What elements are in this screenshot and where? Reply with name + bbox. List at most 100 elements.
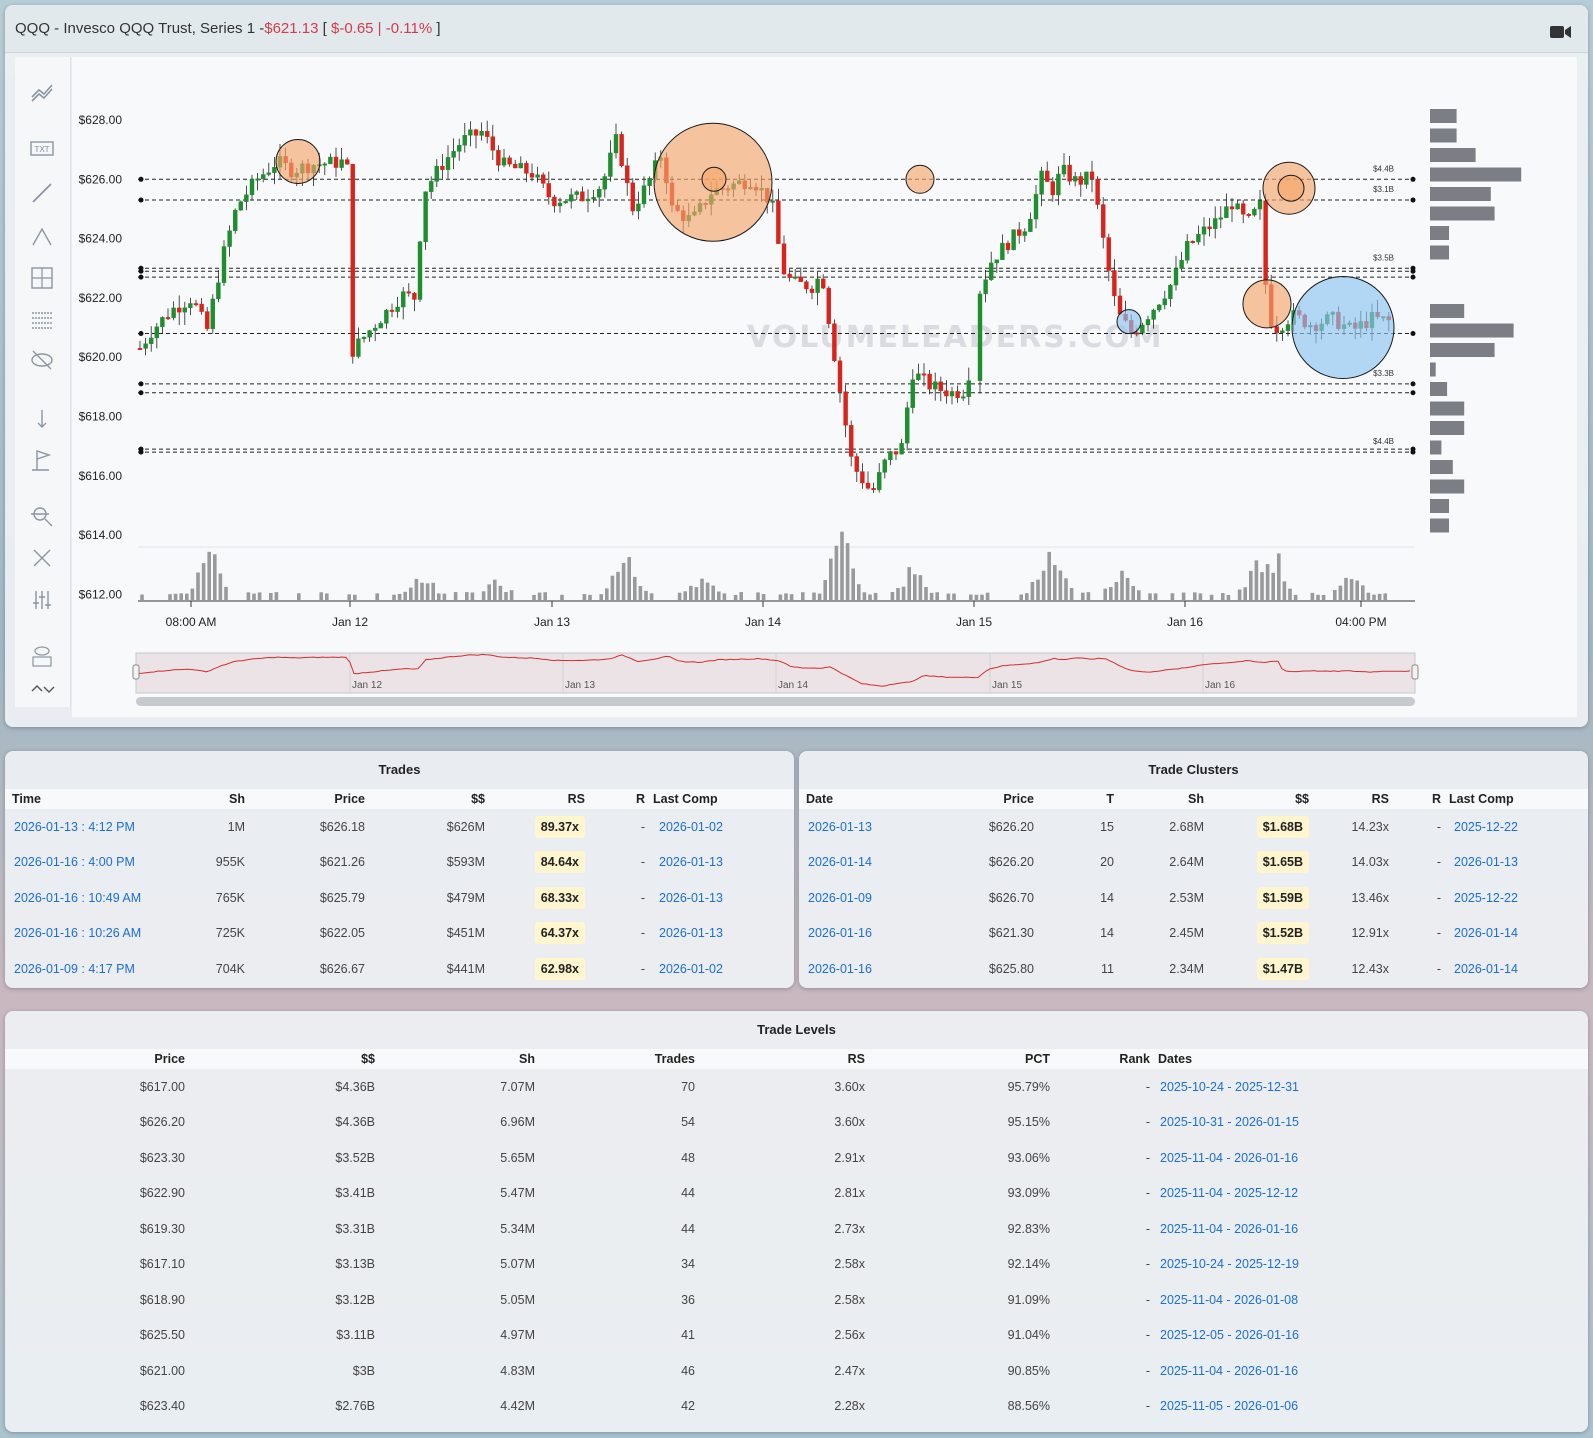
trade-clusters-panel: Trade Clusters Date Price T Sh $$ RS R L… [799,751,1588,988]
x-tick-label: Jan 15 [956,615,992,629]
col-price[interactable]: Price [245,789,365,809]
table-row[interactable]: $619.30 $3.31B 5.34M 44 2.73x 92.83% -2025-11-… [5,1211,1588,1247]
col-trades[interactable]: Trades [535,1049,695,1069]
level-dates-link[interactable]: 2025-10-31 - 2026-01-15 [1160,1115,1299,1129]
col-dollars[interactable]: $$ [1204,789,1309,809]
level-dates-link[interactable]: 2025-11-04 - 2026-01-16 [1160,1151,1298,1165]
table-row[interactable]: $625.50 $3.11B 4.97M 41 2.56x 91.04% -2025-12-… [5,1318,1588,1354]
level-dates-link[interactable]: 2025-11-04 - 2026-01-16 [1160,1222,1298,1236]
measure-icon[interactable] [27,405,57,431]
col-last-comp[interactable]: Last Comp [1441,789,1588,809]
cluster-last-comp-link[interactable]: 2026-01-14 [1454,962,1518,976]
cluster-last-comp-link[interactable]: 2025-12-22 [1454,820,1518,834]
table-row[interactable]: $626.20 $4.36B 6.96M 54 3.60x 95.15% -2025-10-… [5,1105,1588,1141]
level-rs: 2.91x [834,1150,865,1165]
level-label: $3.3B [1373,369,1394,378]
zoom-icon[interactable] [27,503,57,529]
table-row[interactable]: 2026-01-16 $625.80 11 2.34M $1.47B 12.43x -202… [799,951,1588,987]
table-row[interactable]: $617.00 $4.36B 7.07M 70 3.60x 95.79% -2025-10-… [5,1069,1588,1105]
level-dates-link[interactable]: 2025-11-04 - 2025-12-12 [1160,1186,1298,1200]
level-dates-link[interactable]: 2025-11-04 - 2026-01-16 [1160,1364,1298,1378]
table-row[interactable]: 2026-01-09 : 4:17 PM 704K $626.67 $441M 62.9… [5,951,794,987]
trend-icon[interactable] [27,79,57,105]
trade-time-link[interactable]: 2026-01-09 : 4:17 PM [14,962,135,976]
trade-time-link[interactable]: 2026-01-16 : 10:49 AM [14,891,141,905]
chevrons-icon[interactable] [27,679,57,699]
fib-icon[interactable] [27,223,57,249]
level-dates-link[interactable]: 2025-10-24 - 2025-12-31 [1160,1080,1299,1094]
table-row[interactable]: $623.30 $3.52B 5.65M 48 2.91x 93.06% -2025-11-… [5,1140,1588,1176]
trade-time-link[interactable]: 2026-01-16 : 10:26 AM [14,926,141,940]
col-dates[interactable]: Dates [1150,1049,1588,1069]
col-rs[interactable]: RS [485,789,585,809]
table-row[interactable]: 2026-01-09 $626.70 14 2.53M $1.59B 13.46x -202… [799,880,1588,916]
cluster-last-comp-link[interactable]: 2025-12-22 [1454,891,1518,905]
cell-level-rs: 3.60x [695,1069,865,1105]
trade-price: $622.05 [319,926,365,941]
level-dates-link[interactable]: 2025-11-04 - 2026-01-08 [1160,1293,1298,1307]
table-row[interactable]: 2026-01-16 : 10:26 AM 725K $622.05 $451M 64.… [5,916,794,952]
cluster-last-comp-link[interactable]: 2026-01-13 [1454,855,1518,869]
eye-value-icon[interactable] [27,643,57,669]
hide-icon[interactable] [27,347,57,373]
col-rs[interactable]: RS [695,1049,865,1069]
trade-last-comp-link[interactable]: 2026-01-02 [659,962,723,976]
col-t[interactable]: T [1034,789,1114,809]
trade-time-link[interactable]: 2026-01-16 : 4:00 PM [14,855,135,869]
adjust-icon[interactable] [27,587,57,613]
table-row[interactable]: 2026-01-13 : 4:12 PM 1M $626.18 $626M 89.37x… [5,809,794,845]
candlestick-chart[interactable]: $628.00 $626.00 $624.00 $622.00 $620.00 $618.… [72,57,1577,717]
crosshair-icon[interactable] [27,265,57,291]
table-row[interactable]: 2026-01-16 : 10:49 AM 765K $625.79 $479M 68.… [5,880,794,916]
trade-last-comp-link[interactable]: 2026-01-13 [659,926,723,940]
table-row[interactable]: 2026-01-13 $626.20 15 2.68M $1.68B 14.23x -202… [799,809,1588,845]
col-pct[interactable]: PCT [865,1049,1050,1069]
cluster-date-link[interactable]: 2026-01-09 [808,891,872,905]
col-time[interactable]: Time [5,789,185,809]
level-dates-link[interactable]: 2025-10-24 - 2025-12-19 [1160,1257,1299,1271]
fullscreen-icon[interactable] [27,545,57,571]
col-r[interactable]: R [585,789,645,809]
level-dates-link[interactable]: 2025-12-05 - 2026-01-16 [1160,1328,1299,1342]
col-date[interactable]: Date [799,789,929,809]
col-sh[interactable]: Sh [185,789,245,809]
col-dollars[interactable]: $$ [365,789,485,809]
trade-last-comp-link[interactable]: 2026-01-13 [659,891,723,905]
text-icon[interactable]: TXT [27,137,57,163]
cluster-last-comp-link[interactable]: 2026-01-14 [1454,926,1518,940]
video-camera-icon[interactable] [1550,25,1572,39]
table-row[interactable]: 2026-01-14 $626.20 20 2.64M $1.65B 14.03x -202… [799,845,1588,881]
table-row[interactable]: $621.00 $3B 4.83M 46 2.47x 90.85% -2025-11-04 … [5,1353,1588,1389]
cluster-date-link[interactable]: 2026-01-13 [808,820,872,834]
col-rs[interactable]: RS [1309,789,1389,809]
col-rank[interactable]: Rank [1050,1049,1150,1069]
cell-level-dollars: $3.41B [185,1176,375,1212]
cluster-date-link[interactable]: 2026-01-16 [808,962,872,976]
cluster-date-link[interactable]: 2026-01-16 [808,926,872,940]
grid-icon[interactable] [27,307,57,333]
table-row[interactable]: $623.40 $2.76B 4.42M 42 2.28x 88.56% -2025-11-… [5,1389,1588,1425]
level-dates-link[interactable]: 2025-11-05 - 2026-01-06 [1160,1399,1298,1413]
table-row[interactable]: $622.90 $3.41B 5.47M 44 2.81x 93.09% -2025-11-… [5,1176,1588,1212]
cell-cluster-trades: 20 [1034,845,1114,881]
trade-last-comp-link[interactable]: 2026-01-02 [659,820,723,834]
col-r[interactable]: R [1389,789,1441,809]
line-icon[interactable] [27,180,57,206]
table-row[interactable]: $617.10 $3.13B 5.07M 34 2.58x 92.14% -2025-10-… [5,1247,1588,1283]
trade-time-link[interactable]: 2026-01-13 : 4:12 PM [14,820,135,834]
flag-icon[interactable] [27,447,57,473]
table-row[interactable]: 2026-01-16 : 4:00 PM 955K $621.26 $593M 84.6… [5,845,794,881]
col-dollars[interactable]: $$ [185,1049,375,1069]
cluster-date-link[interactable]: 2026-01-14 [808,855,872,869]
col-sh[interactable]: Sh [375,1049,535,1069]
table-row[interactable]: 2026-01-16 $621.30 14 2.45M $1.52B 12.91x -202… [799,916,1588,952]
col-last-comp[interactable]: Last Comp [645,789,794,809]
level-pct: 93.09% [1007,1186,1050,1201]
chart-area[interactable]: $628.00 $626.00 $624.00 $622.00 $620.00 $618.… [72,57,1577,717]
candle-up [1212,218,1218,230]
col-price[interactable]: Price [929,789,1034,809]
trade-last-comp-link[interactable]: 2026-01-13 [659,855,723,869]
col-price[interactable]: Price [5,1049,185,1069]
table-row[interactable]: $618.90 $3.12B 5.05M 36 2.58x 91.09% -2025-11-… [5,1282,1588,1318]
col-sh[interactable]: Sh [1114,789,1204,809]
